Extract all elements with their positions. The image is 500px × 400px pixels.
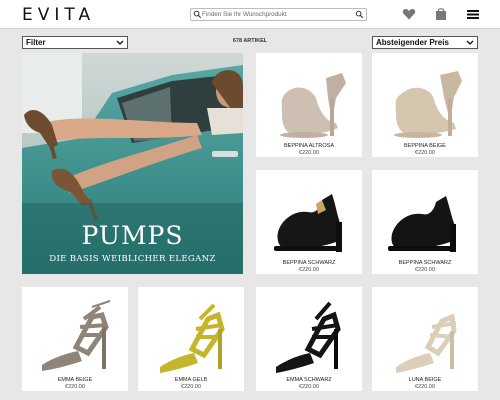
- product-card[interactable]: BEPPINA SCHWARZ €220.00: [372, 170, 478, 274]
- product-price: €220.00: [415, 267, 435, 273]
- product-name: BEPPINA SCHWARZ: [398, 260, 452, 266]
- banner-title: PUMPS: [81, 221, 184, 250]
- product-card[interactable]: BEPPINA SCHWARZ €220.00: [256, 170, 362, 274]
- product-name: EMMA GELB: [174, 377, 208, 383]
- product-name: LUNA BEIGE: [408, 377, 442, 383]
- filter-label: Filter: [26, 38, 46, 47]
- filter-dropdown[interactable]: Filter: [22, 36, 128, 49]
- search-icon[interactable]: [193, 10, 202, 19]
- heart-icon[interactable]: [402, 7, 416, 21]
- shoe-image: [396, 313, 457, 373]
- sort-label: Absteigender Preis: [376, 38, 449, 47]
- product-name: EMMA SCHWARZ: [286, 377, 332, 383]
- product-name: BEPPINA ALTROSA: [283, 143, 335, 149]
- product-card[interactable]: EMMA SCHWARZ €220.00: [256, 287, 362, 391]
- shoe-image: [274, 194, 342, 252]
- article-count: 678 ARTIKEL: [232, 38, 268, 44]
- site-header: EVITA Finden Sie Ihr Wunschprodukt: [0, 0, 500, 29]
- search-box[interactable]: Finden Sie Ihr Wunschprodukt: [190, 8, 367, 21]
- product-card[interactable]: EMMA BEIGE €220.00: [22, 287, 128, 391]
- product-price: €220.00: [415, 384, 435, 390]
- product-card[interactable]: EMMA GELB €220.00: [138, 287, 244, 391]
- category-banner[interactable]: PUMPS DIE BASIS WEIBLICHER ELEGANZ: [22, 53, 243, 274]
- shoe-image: [42, 300, 111, 371]
- site-logo[interactable]: EVITA: [22, 5, 95, 25]
- shoe-image: [394, 71, 462, 138]
- product-name: BEPPINA BEIGE: [404, 143, 446, 149]
- banner-subtitle: DIE BASIS WEIBLICHER ELEGANZ: [49, 254, 216, 264]
- product-card[interactable]: LUNA BEIGE €220.00: [372, 287, 478, 391]
- shoe-image: [276, 301, 341, 373]
- sort-dropdown[interactable]: Absteigender Preis: [372, 36, 478, 49]
- product-price: €220.00: [65, 384, 85, 390]
- chevron-down-icon: [466, 40, 474, 45]
- product-price: €220.00: [181, 384, 201, 390]
- search-input[interactable]: Finden Sie Ihr Wunschprodukt: [202, 9, 287, 20]
- hamburger-menu-icon[interactable]: [466, 7, 480, 21]
- product-name: BEPPINA SCHWARZ: [282, 260, 336, 266]
- product-card[interactable]: BEPPINA BEIGE €220.00: [372, 53, 478, 157]
- product-price: €220.00: [299, 267, 319, 273]
- shoe-image: [160, 303, 225, 373]
- shoe-image: [388, 196, 456, 252]
- product-card[interactable]: BEPPINA ALTROSA €220.00: [256, 53, 362, 157]
- search-submit-icon[interactable]: [355, 10, 364, 19]
- shopping-bag-icon[interactable]: [434, 7, 448, 21]
- product-name: EMMA BEIGE: [57, 377, 93, 383]
- chevron-down-icon: [116, 40, 124, 45]
- product-price: €220.00: [415, 150, 435, 156]
- product-price: €220.00: [299, 384, 319, 390]
- product-price: €220.00: [299, 150, 319, 156]
- shoe-image: [280, 73, 346, 138]
